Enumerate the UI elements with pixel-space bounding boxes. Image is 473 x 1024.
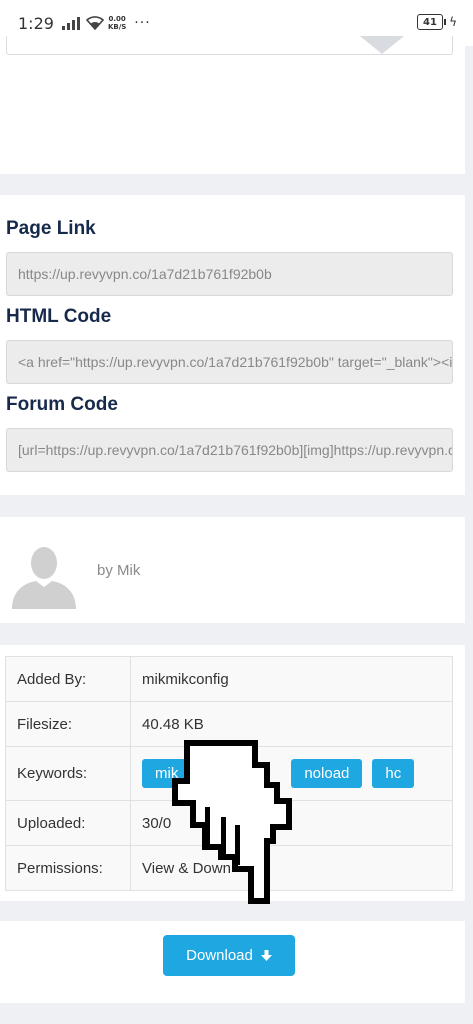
file-details-table: Added By: mikmikconfig Filesize: 40.48 K… [5,656,453,891]
share-links-card: Page Link https://up.revyvpn.co/1a7d21b7… [0,195,465,495]
filesize-value: 40.48 KB [130,701,453,747]
keywords-value: mik noload hc [130,746,453,801]
wifi-icon [85,16,104,30]
table-row: Uploaded: 30/0 [5,800,453,846]
more-notifications-icon: ··· [134,15,151,31]
permissions-value: View & Down [130,845,453,891]
download-label: Download [186,947,253,964]
file-details-card: Added By: mikmikconfig Filesize: 40.48 K… [0,645,465,901]
uploader-name: by Mik [97,562,141,579]
keyword-tag[interactable]: noload [291,759,363,788]
download-button[interactable]: Download [163,935,295,976]
uploaded-label: Uploaded: [5,800,131,846]
page-link-title: Page Link [6,218,96,239]
forum-code-title: Forum Code [6,394,118,415]
html-code-title: HTML Code [6,306,112,327]
table-row: Added By: mikmikconfig [5,656,453,702]
table-row: Keywords: mik noload hc [5,746,453,801]
permissions-label: Permissions: [5,845,131,891]
network-speed: 0.00 KB/S [107,15,127,31]
added-by-label: Added By: [5,656,131,702]
uploaded-value: 30/0 [130,800,453,846]
download-card: Download [0,921,465,1003]
dropdown-arrow-icon [360,36,404,54]
keywords-label: Keywords: [5,746,131,801]
preview-card [0,36,465,174]
signal-icon [61,16,80,30]
battery-icon: 41 [417,14,446,30]
arrow-down-icon [260,949,272,961]
uploader-card: by Mik [0,517,465,623]
status-time: 1:29 [18,13,54,33]
filesize-label: Filesize: [5,701,131,747]
keyword-tag[interactable]: mik [142,759,192,788]
table-row: Filesize: 40.48 KB [5,701,453,747]
table-row: Permissions: View & Down [5,845,453,891]
added-by-value: mikmikconfig [130,656,453,702]
forum-code-field[interactable]: [url=https://up.revyvpn.co/1a7d21b761f92… [6,428,453,472]
avatar [12,547,76,609]
html-code-field[interactable]: <a href="https://up.revyvpn.co/1a7d21b76… [6,340,453,384]
page-link-field[interactable]: https://up.revyvpn.co/1a7d21b761f92b0b [6,252,453,296]
battery-level: 41 [423,16,437,28]
keyword-tag[interactable]: hc [372,759,415,788]
charging-icon: ϟ [449,15,457,29]
